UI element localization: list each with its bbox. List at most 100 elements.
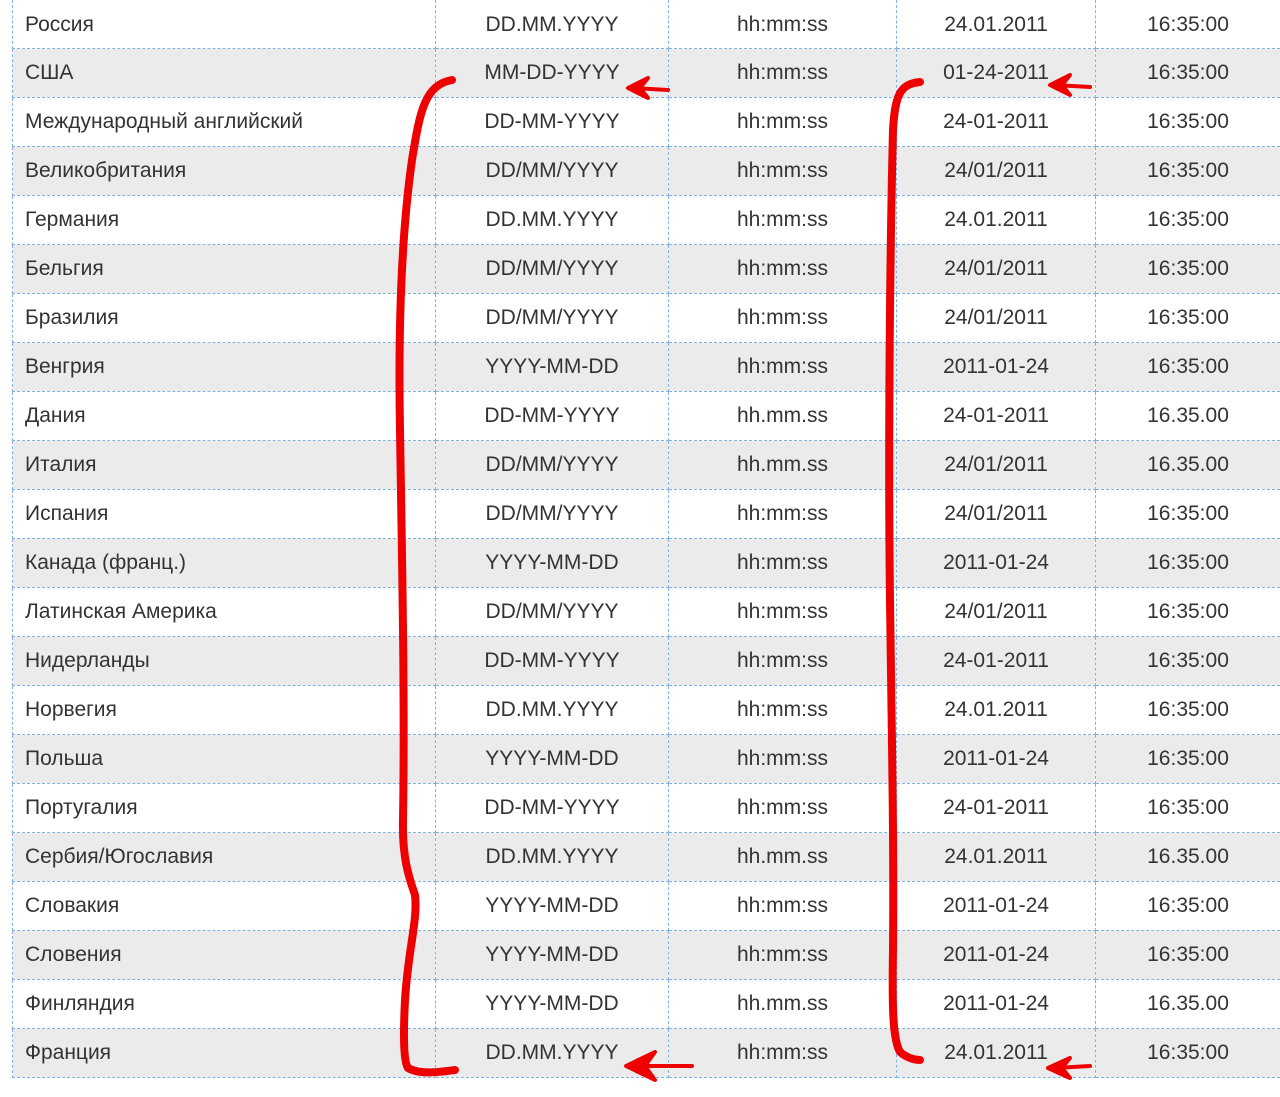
- time-format-cell: hh.mm.ss: [668, 391, 897, 441]
- time-format-cell: hh:mm:ss: [668, 783, 897, 833]
- date-format-cell: DD-MM-YYYY: [435, 783, 669, 833]
- time-format-cell: hh.mm.ss: [668, 979, 897, 1029]
- time-format-cell: hh:mm:ss: [668, 146, 897, 196]
- country-cell: Нидерланды: [12, 636, 436, 686]
- sample-date-cell: 2011-01-24: [896, 734, 1096, 784]
- time-format-cell: hh:mm:ss: [668, 636, 897, 686]
- date-format-cell: DD.MM.YYYY: [435, 0, 669, 49]
- country-cell: Россия: [12, 0, 436, 49]
- date-format-cell: DD/MM/YYYY: [435, 440, 669, 490]
- country-cell: Великобритания: [12, 146, 436, 196]
- table-row: США MM-DD-YYYY hh:mm:ss 01-24-2011 16:35:00: [12, 48, 1280, 98]
- date-format-cell: DD/MM/YYYY: [435, 489, 669, 539]
- sample-time-cell: 16:35:00: [1095, 881, 1280, 931]
- time-format-cell: hh:mm:ss: [668, 195, 897, 245]
- date-format-cell: MM-DD-YYYY: [435, 48, 669, 98]
- country-cell: Норвегия: [12, 685, 436, 735]
- country-cell: Дания: [12, 391, 436, 441]
- time-format-cell: hh:mm:ss: [668, 734, 897, 784]
- sample-time-cell: 16:35:00: [1095, 48, 1280, 98]
- sample-date-cell: 2011-01-24: [896, 538, 1096, 588]
- sample-time-cell: 16.35.00: [1095, 832, 1280, 882]
- time-format-cell: hh:mm:ss: [668, 1028, 897, 1078]
- sample-date-cell: 2011-01-24: [896, 979, 1096, 1029]
- date-format-cell: YYYY-MM-DD: [435, 538, 669, 588]
- table-row: Польша YYYY-MM-DD hh:mm:ss 2011-01-24 16:35:…: [12, 734, 1280, 784]
- table-row: Словения YYYY-MM-DD hh:mm:ss 2011-01-24 16:3…: [12, 930, 1280, 980]
- sample-time-cell: 16:35:00: [1095, 0, 1280, 49]
- sample-time-cell: 16:35:00: [1095, 1028, 1280, 1078]
- sample-date-cell: 24-01-2011: [896, 391, 1096, 441]
- country-cell: Словакия: [12, 881, 436, 931]
- country-cell: Бразилия: [12, 293, 436, 343]
- time-format-cell: hh:mm:ss: [668, 244, 897, 294]
- date-format-cell: DD.MM.YYYY: [435, 195, 669, 245]
- table-row: Латинская Америка DD/MM/YYYY hh:mm:ss 24/01…: [12, 587, 1280, 637]
- time-format-cell: hh:mm:ss: [668, 97, 897, 147]
- sample-time-cell: 16.35.00: [1095, 391, 1280, 441]
- date-format-table-container: Россия DD.MM.YYYY hh:mm:ss 24.01.2011 16:35:…: [12, 0, 1280, 1078]
- time-format-cell: hh.mm.ss: [668, 440, 897, 490]
- table-row: Франция DD.MM.YYYY hh:mm:ss 24.01.2011 16:35…: [12, 1028, 1280, 1078]
- time-format-cell: hh:mm:ss: [668, 685, 897, 735]
- sample-time-cell: 16:35:00: [1095, 293, 1280, 343]
- country-cell: Италия: [12, 440, 436, 490]
- country-cell: США: [12, 48, 436, 98]
- date-format-cell: DD/MM/YYYY: [435, 146, 669, 196]
- country-cell: Международный английский: [12, 97, 436, 147]
- date-format-cell: YYYY-MM-DD: [435, 930, 669, 980]
- sample-date-cell: 24.01.2011: [896, 0, 1096, 49]
- sample-date-cell: 24-01-2011: [896, 636, 1096, 686]
- country-cell: Финляндия: [12, 979, 436, 1029]
- date-format-cell: DD/MM/YYYY: [435, 293, 669, 343]
- country-cell: Канада (франц.): [12, 538, 436, 588]
- sample-date-cell: 24-01-2011: [896, 97, 1096, 147]
- country-cell: Сербия/Югославия: [12, 832, 436, 882]
- sample-date-cell: 2011-01-24: [896, 930, 1096, 980]
- sample-time-cell: 16:35:00: [1095, 734, 1280, 784]
- sample-date-cell: 2011-01-24: [896, 342, 1096, 392]
- sample-time-cell: 16.35.00: [1095, 440, 1280, 490]
- country-cell: Германия: [12, 195, 436, 245]
- sample-date-cell: 01-24-2011: [896, 48, 1096, 98]
- date-format-cell: DD-MM-YYYY: [435, 391, 669, 441]
- sample-time-cell: 16:35:00: [1095, 146, 1280, 196]
- sample-date-cell: 24.01.2011: [896, 832, 1096, 882]
- table-row: Норвегия DD.MM.YYYY hh:mm:ss 24.01.2011 16:3…: [12, 685, 1280, 735]
- date-format-cell: DD-MM-YYYY: [435, 97, 669, 147]
- time-format-cell: hh:mm:ss: [668, 881, 897, 931]
- table-body: Россия DD.MM.YYYY hh:mm:ss 24.01.2011 16:35:…: [12, 0, 1280, 1078]
- date-format-cell: DD.MM.YYYY: [435, 832, 669, 882]
- date-format-cell: YYYY-MM-DD: [435, 342, 669, 392]
- country-cell: Франция: [12, 1028, 436, 1078]
- sample-time-cell: 16:35:00: [1095, 783, 1280, 833]
- date-format-cell: YYYY-MM-DD: [435, 734, 669, 784]
- time-format-cell: hh:mm:ss: [668, 48, 897, 98]
- sample-date-cell: 24.01.2011: [896, 685, 1096, 735]
- sample-date-cell: 24/01/2011: [896, 146, 1096, 196]
- time-format-cell: hh:mm:ss: [668, 587, 897, 637]
- sample-date-cell: 24/01/2011: [896, 489, 1096, 539]
- sample-time-cell: 16:35:00: [1095, 587, 1280, 637]
- table-row: Россия DD.MM.YYYY hh:mm:ss 24.01.2011 16:35:…: [12, 0, 1280, 49]
- table-row: Испания DD/MM/YYYY hh:mm:ss 24/01/2011 16:35…: [12, 489, 1280, 539]
- table-row: Дания DD-MM-YYYY hh.mm.ss 24-01-2011 16.35.0…: [12, 391, 1280, 441]
- country-cell: Польша: [12, 734, 436, 784]
- time-format-cell: hh:mm:ss: [668, 930, 897, 980]
- sample-date-cell: 24.01.2011: [896, 195, 1096, 245]
- table-row: Великобритания DD/MM/YYYY hh:mm:ss 24/01/20…: [12, 146, 1280, 196]
- sample-time-cell: 16:35:00: [1095, 538, 1280, 588]
- sample-time-cell: 16:35:00: [1095, 342, 1280, 392]
- sample-date-cell: 24/01/2011: [896, 587, 1096, 637]
- table-row: Канада (франц.) YYYY-MM-DD hh:mm:ss 2011-01…: [12, 538, 1280, 588]
- sample-date-cell: 24/01/2011: [896, 293, 1096, 343]
- country-cell: Испания: [12, 489, 436, 539]
- table-row: Нидерланды DD-MM-YYYY hh:mm:ss 24-01-2011 16…: [12, 636, 1280, 686]
- sample-time-cell: 16.35.00: [1095, 979, 1280, 1029]
- table-row: Сербия/Югославия DD.MM.YYYY hh.mm.ss 24.01.…: [12, 832, 1280, 882]
- sample-date-cell: 2011-01-24: [896, 881, 1096, 931]
- table-row: Словакия YYYY-MM-DD hh:mm:ss 2011-01-24 16:3…: [12, 881, 1280, 931]
- date-format-cell: YYYY-MM-DD: [435, 979, 669, 1029]
- date-format-cell: DD/MM/YYYY: [435, 587, 669, 637]
- time-format-cell: hh:mm:ss: [668, 489, 897, 539]
